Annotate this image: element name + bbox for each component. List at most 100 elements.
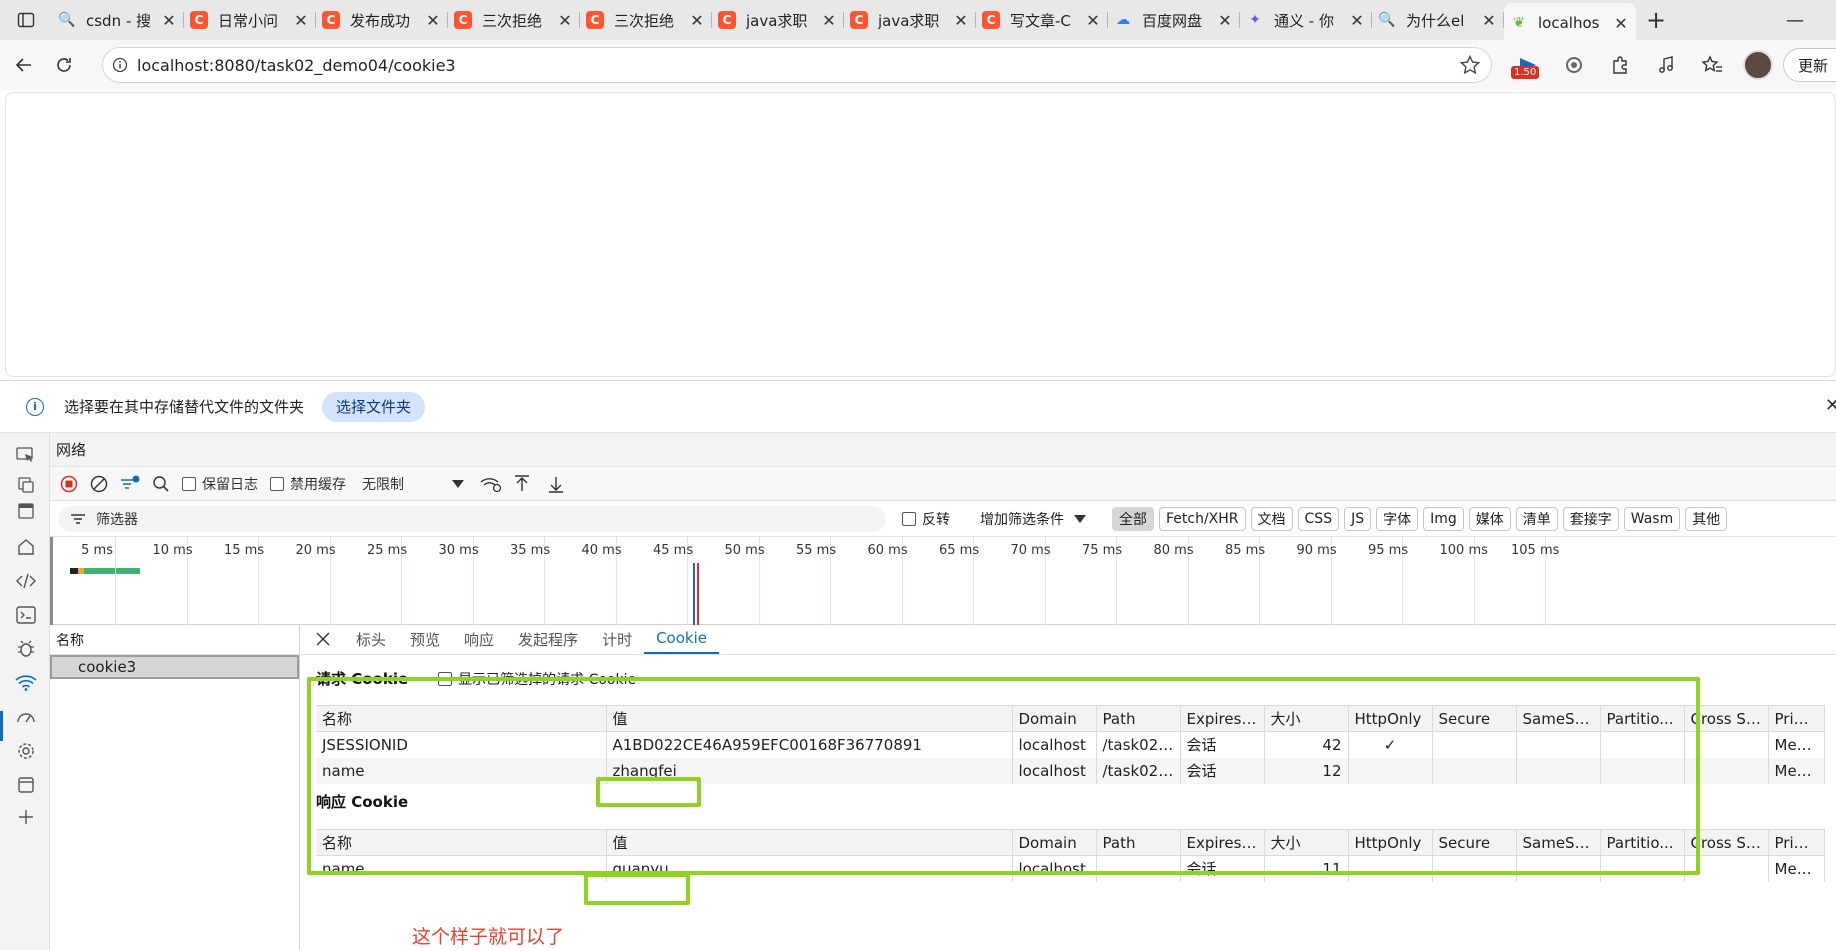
timeline-left-handle[interactable] (50, 537, 53, 625)
add-tool-plus-icon[interactable] (14, 805, 38, 829)
device-emulation-icon[interactable] (14, 443, 38, 467)
import-har-icon[interactable] (514, 467, 530, 501)
filter-chip-1[interactable]: Fetch/XHR (1159, 506, 1246, 531)
more-filters-dropdown[interactable]: 增加筛选条件 (980, 509, 1086, 529)
site-info-icon[interactable] (103, 57, 137, 73)
column-header[interactable]: Priority (1768, 829, 1825, 856)
network-conditions-icon[interactable] (480, 467, 502, 501)
console-icon[interactable] (14, 603, 38, 627)
filter-chip-8[interactable]: 清单 (1515, 506, 1558, 531)
filter-chip-3[interactable]: CSS (1297, 506, 1340, 531)
detail-tab-1[interactable]: 预览 (398, 624, 452, 654)
filter-chip-7[interactable]: 媒体 (1468, 506, 1511, 531)
detail-tab-3[interactable]: 发起程序 (506, 624, 590, 654)
select-folder-button[interactable]: 选择文件夹 (322, 391, 426, 422)
filter-lines-icon (71, 513, 85, 524)
close-tab-icon[interactable]: ✕ (1480, 11, 1498, 30)
column-header[interactable]: Priority (1768, 705, 1825, 732)
close-tab-icon[interactable]: ✕ (820, 11, 838, 30)
tab-2[interactable]: C 发布成功 ✕ (316, 3, 448, 37)
url-bar[interactable]: localhost:8080/task02_demo04/cookie3 (102, 47, 1492, 83)
filter-input[interactable]: 筛选器 (58, 505, 886, 532)
filter-chip-5[interactable]: 字体 (1376, 506, 1419, 531)
tab-0[interactable]: 🔍 csdn - 搜 ✕ (52, 3, 184, 37)
back-button[interactable] (4, 45, 44, 85)
throttle-dropdown-icon[interactable] (452, 467, 464, 501)
window-panel-icon[interactable] (14, 499, 38, 523)
tab-7[interactable]: C 写文章-C ✕ (976, 3, 1108, 37)
detail-tab-list: 标头 预览 响应 发起程序 计时 Cookie (344, 624, 719, 654)
filter-chip-0[interactable]: 全部 (1112, 506, 1154, 531)
application-panel-icon[interactable] (14, 773, 38, 797)
tab-9[interactable]: ✦ 通义 - 你 ✕ (1240, 3, 1372, 37)
disable-cache-box[interactable] (270, 476, 284, 491)
close-detail-icon[interactable] (300, 624, 344, 654)
filter-chip-9[interactable]: 套接字 (1562, 506, 1619, 531)
extension-speed-icon[interactable]: 1.50 (1505, 45, 1551, 85)
favorite-star-icon[interactable] (1459, 54, 1481, 80)
request-row-cookie3[interactable]: cookie3 (50, 655, 299, 679)
close-tab-icon[interactable]: ✕ (556, 11, 574, 30)
profile-avatar[interactable] (1735, 45, 1781, 85)
reload-button[interactable] (44, 45, 84, 85)
tab-10[interactable]: 🔍 为什么el ✕ (1372, 3, 1504, 37)
detail-tab-5[interactable]: Cookie (644, 624, 719, 654)
close-tab-icon[interactable]: ✕ (1084, 11, 1102, 30)
filter-chip-6[interactable]: Img (1423, 506, 1464, 531)
tab-4[interactable]: C 三次拒绝 ✕ (580, 3, 712, 37)
elements-code-icon[interactable] (14, 569, 38, 593)
close-tab-icon[interactable]: ✕ (424, 11, 442, 30)
filter-chip-11[interactable]: 其他 (1685, 506, 1728, 531)
tab-title: java求职 (746, 11, 808, 30)
tab-1[interactable]: C 日常小问 ✕ (184, 3, 316, 37)
close-tab-icon[interactable]: ✕ (1216, 11, 1234, 30)
network-wifi-icon[interactable] (14, 671, 38, 695)
favorites-list-icon[interactable] (1689, 45, 1735, 85)
close-tab-icon[interactable]: ✕ (1612, 14, 1630, 33)
settings-gear-icon[interactable] (14, 739, 38, 763)
extension-shield-icon[interactable] (1551, 45, 1597, 85)
close-tab-icon[interactable]: ✕ (292, 11, 310, 30)
record-button[interactable] (60, 467, 78, 501)
timeline-tick-label: 80 ms (1153, 543, 1194, 558)
minimize-button[interactable]: — (1775, 0, 1815, 40)
tab-5[interactable]: Cjava求职 ✕ (712, 3, 844, 37)
filter-chip-4[interactable]: JS (1344, 506, 1372, 531)
filter-chip-10[interactable]: Wasm (1623, 506, 1681, 531)
clear-button[interactable] (90, 467, 108, 501)
tab-11[interactable]: ❦ localhos ✕ (1504, 3, 1636, 43)
timeline-tick-label: 95 ms (1368, 543, 1409, 558)
tab-3[interactable]: C 三次拒绝 ✕ (448, 3, 580, 37)
close-tab-icon[interactable]: ✕ (688, 11, 706, 30)
media-music-icon[interactable] (1643, 45, 1689, 85)
invert-box[interactable] (902, 511, 916, 526)
export-har-icon[interactable] (548, 467, 564, 501)
close-tab-icon[interactable]: ✕ (1348, 11, 1366, 30)
timeline-tick-label: 20 ms (295, 543, 336, 558)
disable-cache-checkbox[interactable]: 禁用缓存 (270, 467, 346, 501)
preserve-log-box[interactable] (182, 476, 196, 491)
tab-6[interactable]: Cjava求职 ✕ (844, 3, 976, 37)
welcome-home-icon[interactable] (14, 535, 38, 559)
detail-tab-0[interactable]: 标头 (344, 624, 398, 654)
sources-bug-icon[interactable] (14, 637, 38, 661)
close-tab-icon[interactable]: ✕ (160, 11, 178, 30)
tab-8[interactable]: ☁ 百度网盘 ✕ (1108, 3, 1240, 37)
search-button[interactable] (152, 467, 170, 501)
copy-panel-icon[interactable] (14, 473, 38, 497)
detail-tab-4[interactable]: 计时 (590, 624, 644, 654)
update-button[interactable]: 更新 (1783, 48, 1836, 82)
infobar-close-icon[interactable]: ✕ (1825, 395, 1836, 416)
new-tab-button[interactable]: + (1636, 6, 1676, 34)
performance-gauge-icon[interactable] (14, 705, 38, 729)
filter-toggle-button[interactable] (120, 467, 140, 501)
throttle-select[interactable]: 无限制 (362, 467, 452, 501)
invert-checkbox[interactable]: 反转 (902, 509, 950, 529)
name-column-header[interactable]: 名称 (50, 625, 299, 655)
extensions-puzzle-icon[interactable] (1597, 45, 1643, 85)
close-tab-icon[interactable]: ✕ (952, 11, 970, 30)
tab-actions-icon[interactable] (0, 0, 52, 40)
detail-tab-2[interactable]: 响应 (452, 624, 506, 654)
filter-chip-2[interactable]: 文档 (1250, 506, 1293, 531)
preserve-log-checkbox[interactable]: 保留日志 (182, 467, 258, 501)
